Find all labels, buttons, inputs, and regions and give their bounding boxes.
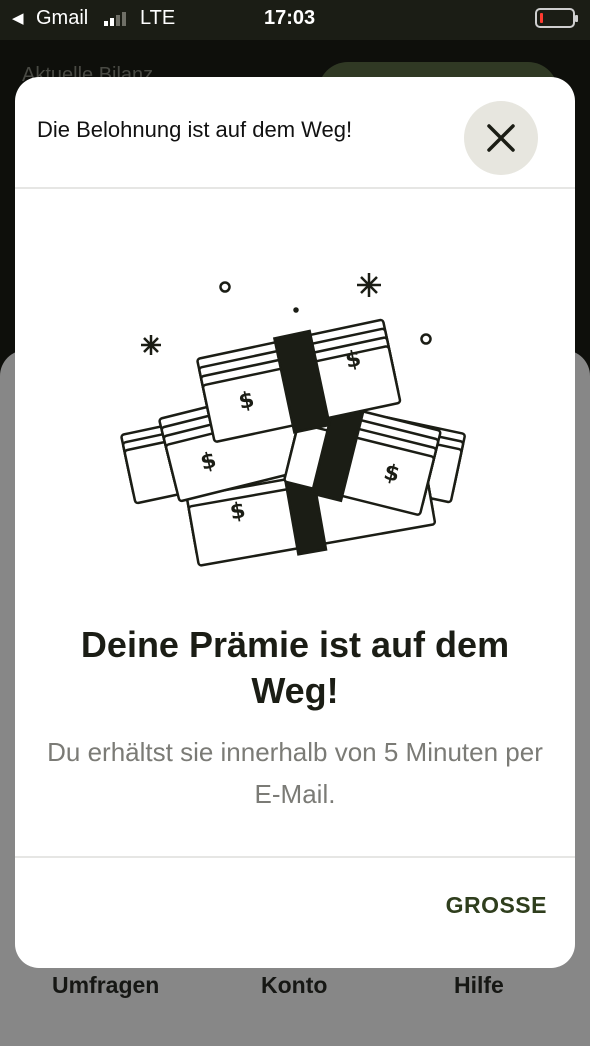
- signal-strength-icon: [104, 12, 132, 26]
- modal-footer: GROSSE: [15, 856, 575, 968]
- subtext: Du erhältst sie innerhalb von 5 Minuten …: [47, 737, 543, 809]
- battery-icon: [535, 8, 578, 28]
- modal-header: Die Belohnung ist auf dem Weg!: [15, 77, 575, 189]
- status-bar: ◀ Gmail LTE 17:03: [0, 0, 590, 40]
- battery-level: [540, 13, 543, 23]
- money-stacks-illustration: $ $ $ $ $: [120, 273, 466, 567]
- close-icon: [487, 124, 515, 152]
- modal-title: Die Belohnung ist auf dem Weg!: [37, 117, 353, 142]
- confirm-button[interactable]: GROSSE: [446, 892, 547, 919]
- back-app-label[interactable]: Gmail: [36, 7, 88, 30]
- headline: Deine Prämie ist auf dem Weg!: [80, 624, 510, 711]
- close-button[interactable]: [464, 101, 538, 175]
- clock: 17:03: [264, 7, 316, 29]
- back-arrow-icon[interactable]: ◀: [12, 9, 24, 27]
- network-type: LTE: [140, 7, 176, 29]
- reward-modal: Die Belohnung ist auf dem Weg! $ $ $ $ $…: [15, 77, 575, 968]
